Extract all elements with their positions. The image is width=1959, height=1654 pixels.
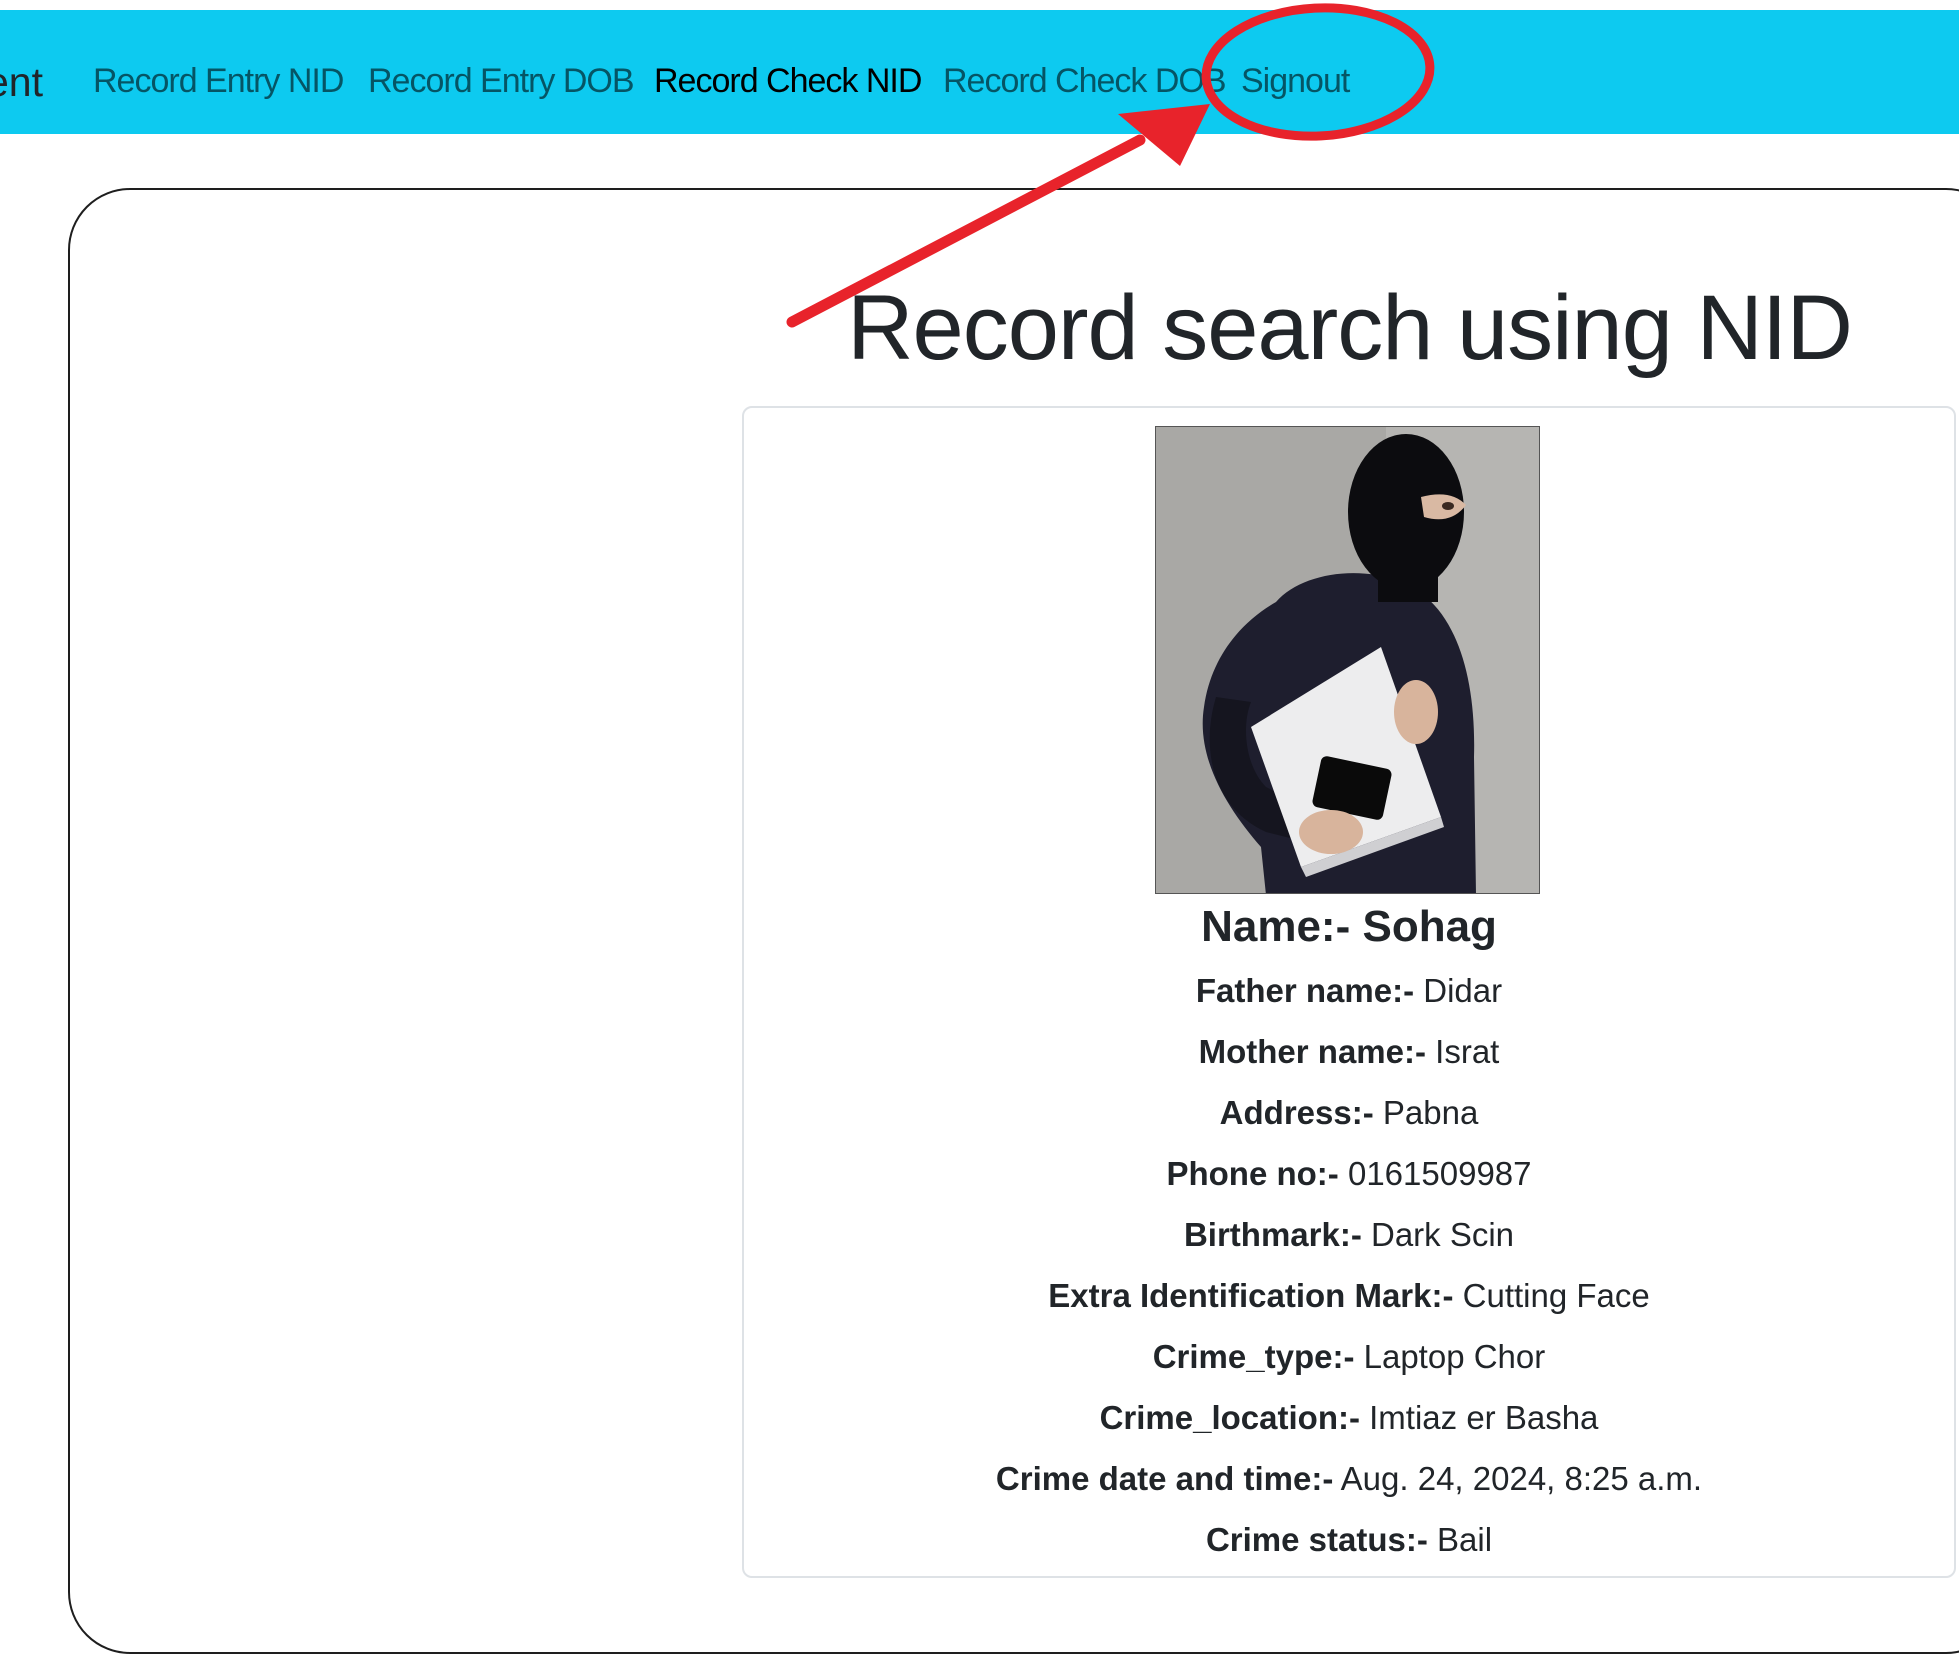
nav-record-entry-dob[interactable]: Record Entry DOB	[368, 64, 635, 98]
detail-mother-name: Mother name:- Israt	[1198, 1033, 1500, 1070]
detail-crime-type: Crime_type:- Laptop Chor	[1152, 1338, 1546, 1375]
detail-phone: Phone no:- 0161509987	[1166, 1155, 1532, 1192]
navbar-brand[interactable]: ent	[0, 62, 43, 103]
page-title: Record search using NID	[847, 277, 1853, 379]
nav-record-check-dob[interactable]: Record Check DOB	[943, 64, 1227, 98]
name-value: Sohag	[1362, 902, 1497, 951]
detail-extra-mark: Extra Identification Mark:- Cutting Face	[1048, 1277, 1650, 1314]
detail-crime-location: Crime_location:- Imtiaz er Basha	[1099, 1399, 1599, 1436]
detail-crime-status: Crime status:- Bail	[1205, 1521, 1493, 1558]
nav-record-entry-nid[interactable]: Record Entry NID	[93, 64, 344, 98]
detail-father-name: Father name:- Didar	[1195, 972, 1503, 1009]
record-name: Name:- Sohag	[742, 898, 1956, 956]
detail-address: Address:- Pabna	[1219, 1094, 1479, 1131]
detail-crime-datetime: Crime date and time:- Aug. 24, 2024, 8:2…	[995, 1460, 1703, 1497]
record-details: Father name:- Didar Mother name:- Israt …	[742, 966, 1956, 1576]
detail-birthmark: Birthmark:- Dark Scin	[1183, 1216, 1515, 1253]
top-navbar: ent Record Entry NID Record Entry DOB Re…	[0, 10, 1959, 134]
nav-signout[interactable]: Signout	[1241, 64, 1350, 98]
masked-person-photo	[1155, 426, 1540, 894]
page: ent Record Entry NID Record Entry DOB Re…	[0, 0, 1959, 1654]
name-label: Name:-	[1201, 902, 1351, 951]
nav-record-check-nid[interactable]: Record Check NID	[654, 64, 922, 98]
